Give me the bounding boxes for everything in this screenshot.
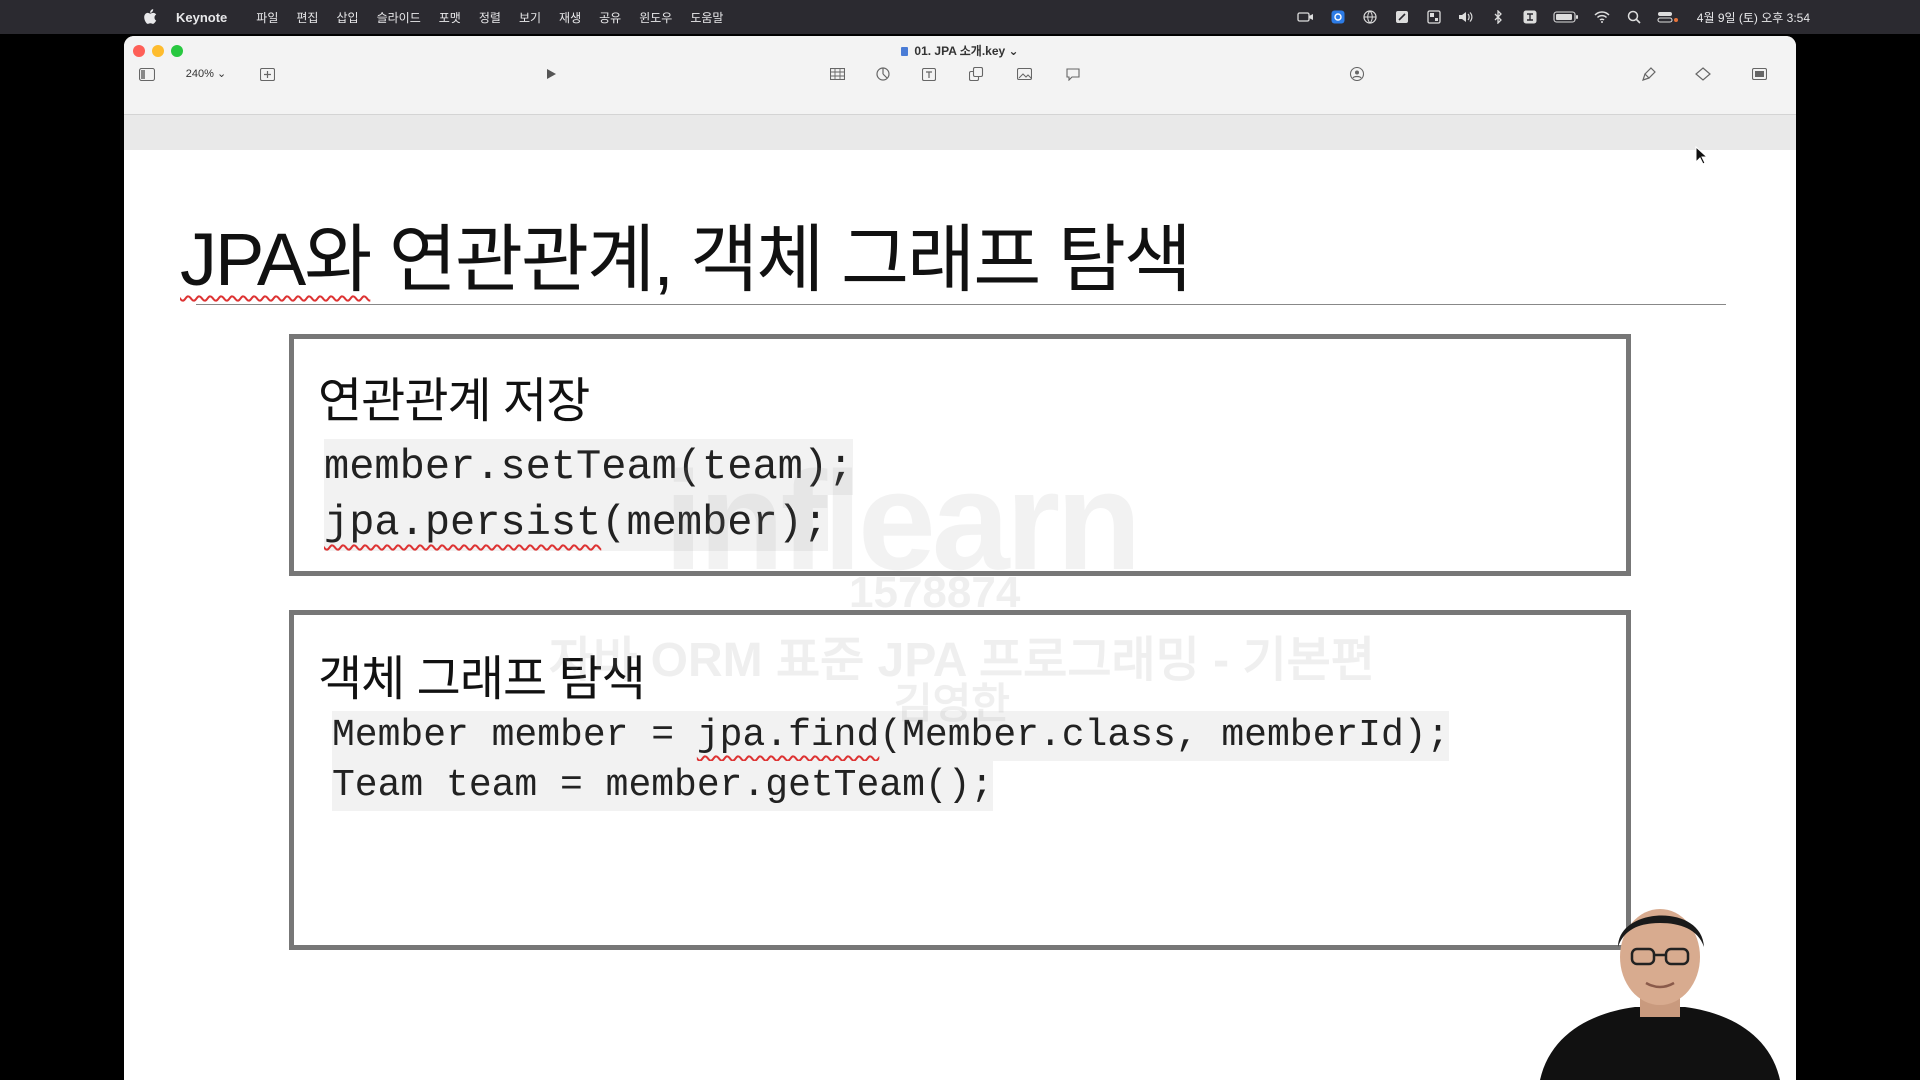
- menu-bar: Keynote 파일 편집 삽입 슬라이드 포맷 정렬 보기 재생 공유 윈도우…: [0, 0, 1920, 34]
- keynote-doc-icon: [901, 47, 909, 56]
- format-brush-icon[interactable]: [1640, 64, 1658, 84]
- menu-share[interactable]: 공유: [590, 9, 630, 26]
- relationship-save-box[interactable]: 연관관계 저장 member.setTeam(team); jpa.persis…: [289, 334, 1631, 576]
- slide-title-rest: 연관관계, 객체 그래프 탐색: [370, 218, 1192, 301]
- table-icon[interactable]: [828, 64, 846, 84]
- code-persist-highlight: jpa.persist: [324, 499, 602, 547]
- app-menu-keynote[interactable]: Keynote: [176, 10, 227, 25]
- search-icon[interactable]: [1625, 10, 1643, 24]
- app-status-icon[interactable]: [1329, 10, 1347, 24]
- zoom-select[interactable]: 240% ⌄: [180, 63, 232, 83]
- object-graph-box[interactable]: 객체 그래프 탐색 Member member = jpa.find(Membe…: [289, 610, 1631, 950]
- control-center-icon[interactable]: [1657, 10, 1679, 24]
- slide-title-highlight: JPA와: [180, 218, 372, 301]
- code-persist-rest: (member);: [601, 499, 829, 547]
- menu-items: 파일 편집 삽입 슬라이드 포맷 정렬 보기 재생 공유 윈도우 도움말: [247, 9, 732, 26]
- shape-icon[interactable]: [967, 64, 985, 84]
- menubar-clock[interactable]: 4월 9일 (토) 오후 3:54: [1697, 9, 1810, 26]
- add-slide-icon[interactable]: [258, 64, 276, 84]
- volume-icon[interactable]: [1457, 10, 1475, 24]
- menu-play[interactable]: 재생: [550, 9, 590, 26]
- bluetooth-icon[interactable]: [1489, 10, 1507, 24]
- mouse-cursor-icon: [1695, 146, 1709, 165]
- menu-file[interactable]: 파일: [247, 9, 287, 26]
- document-panel-icon[interactable]: [1750, 64, 1768, 84]
- code-find-rest: (Member.class, memberId);: [879, 714, 1450, 757]
- sidebar-toggle-icon[interactable]: [138, 64, 156, 84]
- drawing-icon[interactable]: [1393, 10, 1411, 24]
- document-title-text: 01. JPA 소개.key ⌄: [914, 44, 1019, 58]
- menu-format[interactable]: 포맷: [430, 9, 470, 26]
- code-find-prefix: Member member =: [332, 714, 697, 757]
- battery-icon[interactable]: [1553, 10, 1579, 24]
- text-box-icon[interactable]: [920, 64, 938, 84]
- title-bar: 01. JPA 소개.key ⌄ 240% ⌄: [124, 36, 1796, 115]
- code-find-highlight: jpa.find: [696, 714, 880, 757]
- title-divider: [196, 304, 1726, 305]
- code-line-get-team: Team team = member.getTeam();: [332, 761, 994, 811]
- apple-menu-icon[interactable]: [142, 9, 158, 25]
- document-title[interactable]: 01. JPA 소개.key ⌄: [124, 42, 1796, 59]
- window-grid-icon[interactable]: [1425, 10, 1443, 24]
- code-line-find: Member member = jpa.find(Member.class, m…: [332, 711, 1450, 761]
- media-icon[interactable]: [1015, 64, 1033, 84]
- slide-title[interactable]: JPA와 연관관계, 객체 그래프 탐색: [180, 200, 1192, 307]
- canvas-background: [124, 115, 1796, 150]
- menu-view[interactable]: 보기: [510, 9, 550, 26]
- menu-edit[interactable]: 편집: [287, 9, 327, 26]
- collaborate-icon[interactable]: [1348, 64, 1366, 84]
- chart-icon[interactable]: [874, 64, 892, 84]
- box-heading-graph: 객체 그래프 탐색: [318, 653, 646, 706]
- box-heading-save: 연관관계 저장: [318, 375, 590, 428]
- play-icon[interactable]: [542, 64, 560, 84]
- menu-insert[interactable]: 삽입: [327, 9, 367, 26]
- code-line-persist: jpa.persist(member);: [324, 495, 829, 551]
- camera-icon[interactable]: [1297, 10, 1315, 24]
- menu-arrange[interactable]: 정렬: [470, 9, 510, 26]
- presenter-webcam: [1540, 909, 1780, 1080]
- menu-slide[interactable]: 슬라이드: [368, 9, 430, 26]
- code-line-set-team: member.setTeam(team);: [324, 439, 854, 495]
- status-area: 4월 9일 (토) 오후 3:54: [1297, 0, 1810, 34]
- input-source-icon[interactable]: [1521, 10, 1539, 24]
- menu-window[interactable]: 윈도우: [630, 9, 681, 26]
- wifi-icon[interactable]: [1593, 10, 1611, 24]
- animate-icon[interactable]: [1694, 64, 1712, 84]
- globe-icon[interactable]: [1361, 10, 1379, 24]
- menu-help[interactable]: 도움말: [681, 9, 732, 26]
- comment-icon[interactable]: [1064, 64, 1082, 84]
